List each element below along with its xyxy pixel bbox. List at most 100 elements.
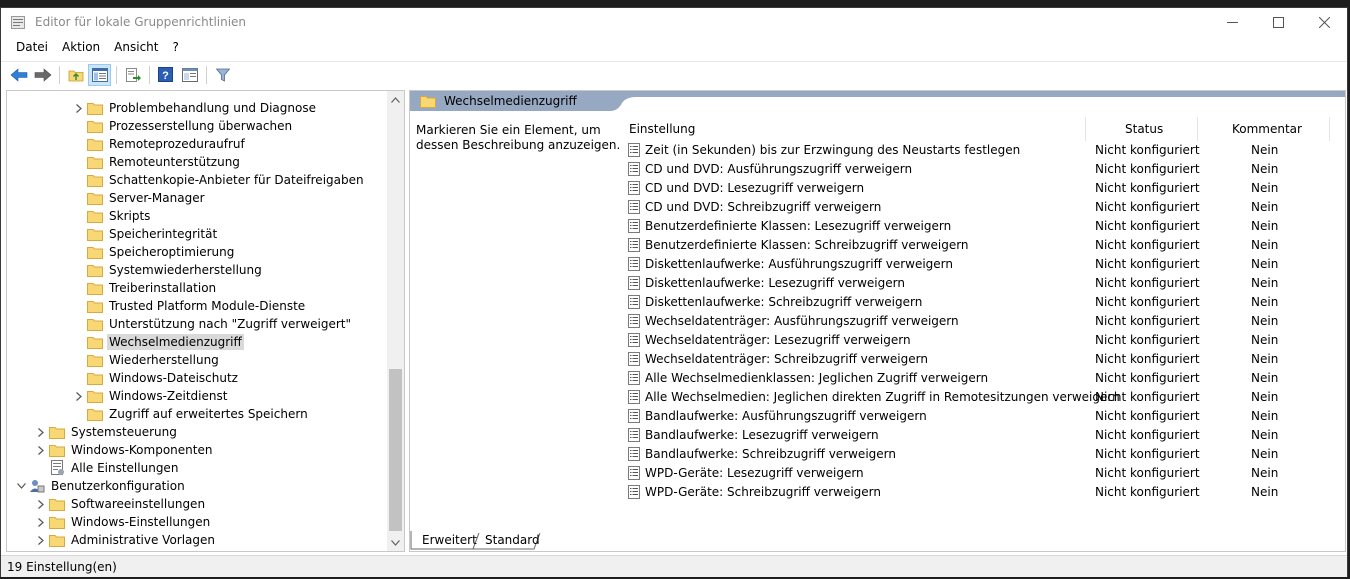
tree-item-label: Speicheroptimierung xyxy=(109,245,235,259)
tree-item[interactable]: Alle Einstellungen xyxy=(33,459,178,477)
menu-ansicht[interactable]: Ansicht xyxy=(107,37,165,59)
help-button[interactable]: ? xyxy=(154,64,177,86)
policy-setting-icon xyxy=(628,257,640,271)
tree-item[interactable]: Trusted Platform Module-Dienste xyxy=(71,297,305,315)
tree-item[interactable]: Server-Manager xyxy=(71,189,205,207)
policy-row[interactable]: Diskettenlaufwerke: Schreibzugriff verwe… xyxy=(622,293,1345,312)
menu-help[interactable]: ? xyxy=(165,37,185,59)
tree-item[interactable]: Benutzerkonfiguration xyxy=(13,477,185,495)
tree-item[interactable]: Wiederherstellung xyxy=(71,351,219,369)
policy-row[interactable]: Benutzerdefinierte Klassen: Schreibzugri… xyxy=(622,236,1345,255)
tree-item-label: Softwareeinstellungen xyxy=(71,497,206,511)
policy-row[interactable]: Wechseldatenträger: Schreibzugriff verwe… xyxy=(622,350,1345,369)
policy-setting-icon xyxy=(628,143,640,157)
back-button[interactable] xyxy=(7,64,30,86)
tree-item[interactable]: Problembehandlung und Diagnose xyxy=(71,99,316,117)
tree-item[interactable]: Windows-Dateischutz xyxy=(71,369,238,387)
scrollbar-thumb[interactable] xyxy=(389,369,402,531)
tree-item[interactable]: Skripts xyxy=(71,207,150,225)
chevron-right-icon[interactable] xyxy=(33,441,49,459)
policy-setting-icon xyxy=(628,238,640,252)
chevron-right-icon[interactable] xyxy=(33,423,49,441)
tree-item[interactable]: Administrative Vorlagen xyxy=(33,531,215,549)
toolbar-separator xyxy=(116,65,117,84)
tree-item[interactable]: Systemsteuerung xyxy=(33,423,177,441)
policy-row[interactable]: Zeit (in Sekunden) bis zur Erzwingung de… xyxy=(622,141,1345,160)
chevron-right-icon[interactable] xyxy=(71,99,87,117)
column-divider[interactable] xyxy=(1197,117,1198,141)
chevron-right-icon[interactable] xyxy=(33,531,49,549)
show-hide-tree-button[interactable] xyxy=(88,63,111,86)
column-header-setting[interactable]: Einstellung xyxy=(629,122,695,136)
policy-row[interactable]: Wechseldatenträger: Ausführungszugriff v… xyxy=(622,312,1345,331)
properties-view-button[interactable] xyxy=(178,64,201,86)
tree-item[interactable]: Windows-Komponenten xyxy=(33,441,212,459)
policy-row[interactable]: WPD-Geräte: Lesezugriff verweigern Nicht … xyxy=(622,464,1345,483)
tree-item[interactable]: Windows-Einstellungen xyxy=(33,513,210,531)
policy-comment: Nein xyxy=(1251,333,1279,347)
tree-scrollbar[interactable] xyxy=(387,91,404,551)
chevron-right-icon[interactable] xyxy=(71,387,87,405)
tree-item[interactable]: Wechselmedienzugriff xyxy=(71,333,244,351)
scroll-up-arrow-icon[interactable] xyxy=(387,91,404,108)
chevron-right-icon[interactable] xyxy=(33,495,49,513)
policy-name: Bandlaufwerke: Schreibzugriff verweigern xyxy=(645,447,896,461)
column-header-status[interactable]: Status xyxy=(1125,122,1163,136)
policy-row[interactable]: Benutzerdefinierte Klassen: Lesezugriff … xyxy=(622,217,1345,236)
policy-row[interactable]: Bandlaufwerke: Schreibzugriff verweigern… xyxy=(622,445,1345,464)
minimize-button[interactable] xyxy=(1209,8,1255,37)
policy-status: Nicht konfiguriert xyxy=(1095,390,1200,404)
close-icon xyxy=(1318,17,1330,28)
maximize-button[interactable] xyxy=(1255,8,1301,37)
tree-item-label: Zugriff auf erweitertes Speichern xyxy=(109,407,308,421)
tree-pane[interactable]: Problembehandlung und Diagnose Prozessers… xyxy=(6,90,405,552)
tree-item[interactable]: Systemwiederherstellung xyxy=(71,261,262,279)
tree-item[interactable]: Schattenkopie-Anbieter für Dateifreigabe… xyxy=(71,171,364,189)
column-header-comment[interactable]: Kommentar xyxy=(1232,122,1302,136)
menu-datei[interactable]: Datei xyxy=(9,37,55,59)
up-level-button[interactable] xyxy=(64,64,87,86)
policy-row[interactable]: Bandlaufwerke: Lesezugriff verweigern Nic… xyxy=(622,426,1345,445)
tree-item[interactable]: Speicheroptimierung xyxy=(71,243,234,261)
tree-item[interactable]: Speicherintegrität xyxy=(71,225,217,243)
policy-row[interactable]: Bandlaufwerke: Ausführungszugriff verwei… xyxy=(622,407,1345,426)
policy-setting-icon xyxy=(628,485,640,499)
policy-status: Nicht konfiguriert xyxy=(1095,409,1200,423)
policy-row[interactable]: Diskettenlaufwerke: Lesezugriff verweige… xyxy=(622,274,1345,293)
policy-row[interactable]: WPD-Geräte: Schreibzugriff verweigern Nic… xyxy=(622,483,1345,502)
tree-item[interactable]: Unterstützung nach "Zugriff verweigert" xyxy=(71,315,351,333)
chevron-right-icon[interactable] xyxy=(33,513,49,531)
policy-status: Nicht konfiguriert xyxy=(1095,181,1200,195)
title-bar[interactable]: Editor für lokale Gruppenrichtlinien xyxy=(1,8,1347,37)
policy-row[interactable]: CD und DVD: Lesezugriff verweigern Nicht … xyxy=(622,179,1345,198)
close-button[interactable] xyxy=(1301,8,1347,37)
toolbar-separator xyxy=(206,65,207,84)
tree-item[interactable]: Windows-Zeitdienst xyxy=(71,387,227,405)
scroll-down-arrow-icon[interactable] xyxy=(387,534,404,551)
tab-erweitert[interactable]: Erweitert xyxy=(414,531,485,550)
tree-item-label: Remoteprozeduraufruf xyxy=(109,137,245,151)
policy-name: Benutzerdefinierte Klassen: Lesezugriff … xyxy=(645,219,952,233)
policy-row[interactable]: Diskettenlaufwerke: Ausführungszugriff v… xyxy=(622,255,1345,274)
column-divider[interactable] xyxy=(1329,117,1330,141)
chevron-down-icon[interactable] xyxy=(13,477,29,495)
tree-item[interactable]: Zugriff auf erweitertes Speichern xyxy=(71,405,308,423)
column-divider[interactable] xyxy=(1085,117,1086,141)
menu-aktion[interactable]: Aktion xyxy=(55,37,107,59)
policy-row[interactable]: Alle Wechselmedienklassen: Jeglichen Zug… xyxy=(622,369,1345,388)
export-list-button[interactable] xyxy=(121,64,144,86)
tree-item[interactable]: Softwareeinstellungen xyxy=(33,495,205,513)
tab-standard[interactable]: Standard xyxy=(477,531,548,550)
filter-button[interactable] xyxy=(211,64,234,86)
tree-item[interactable]: Remoteunterstützung xyxy=(71,153,240,171)
tree-item[interactable]: Remoteprozeduraufruf xyxy=(71,135,245,153)
tree-item[interactable]: Prozesserstellung überwachen xyxy=(71,117,292,135)
policy-row[interactable]: Alle Wechselmedien: Jeglichen direkten Z… xyxy=(622,388,1345,407)
forward-button[interactable] xyxy=(31,64,54,86)
policy-row[interactable]: CD und DVD: Ausführungszugriff verweiger… xyxy=(622,160,1345,179)
policy-row[interactable]: Wechseldatenträger: Lesezugriff verweige… xyxy=(622,331,1345,350)
list-body: Zeit (in Sekunden) bis zur Erzwingung de… xyxy=(622,141,1345,502)
policy-row[interactable]: CD und DVD: Schreibzugriff verweigern Nic… xyxy=(622,198,1345,217)
tree-item[interactable]: Treiberinstallation xyxy=(71,279,216,297)
